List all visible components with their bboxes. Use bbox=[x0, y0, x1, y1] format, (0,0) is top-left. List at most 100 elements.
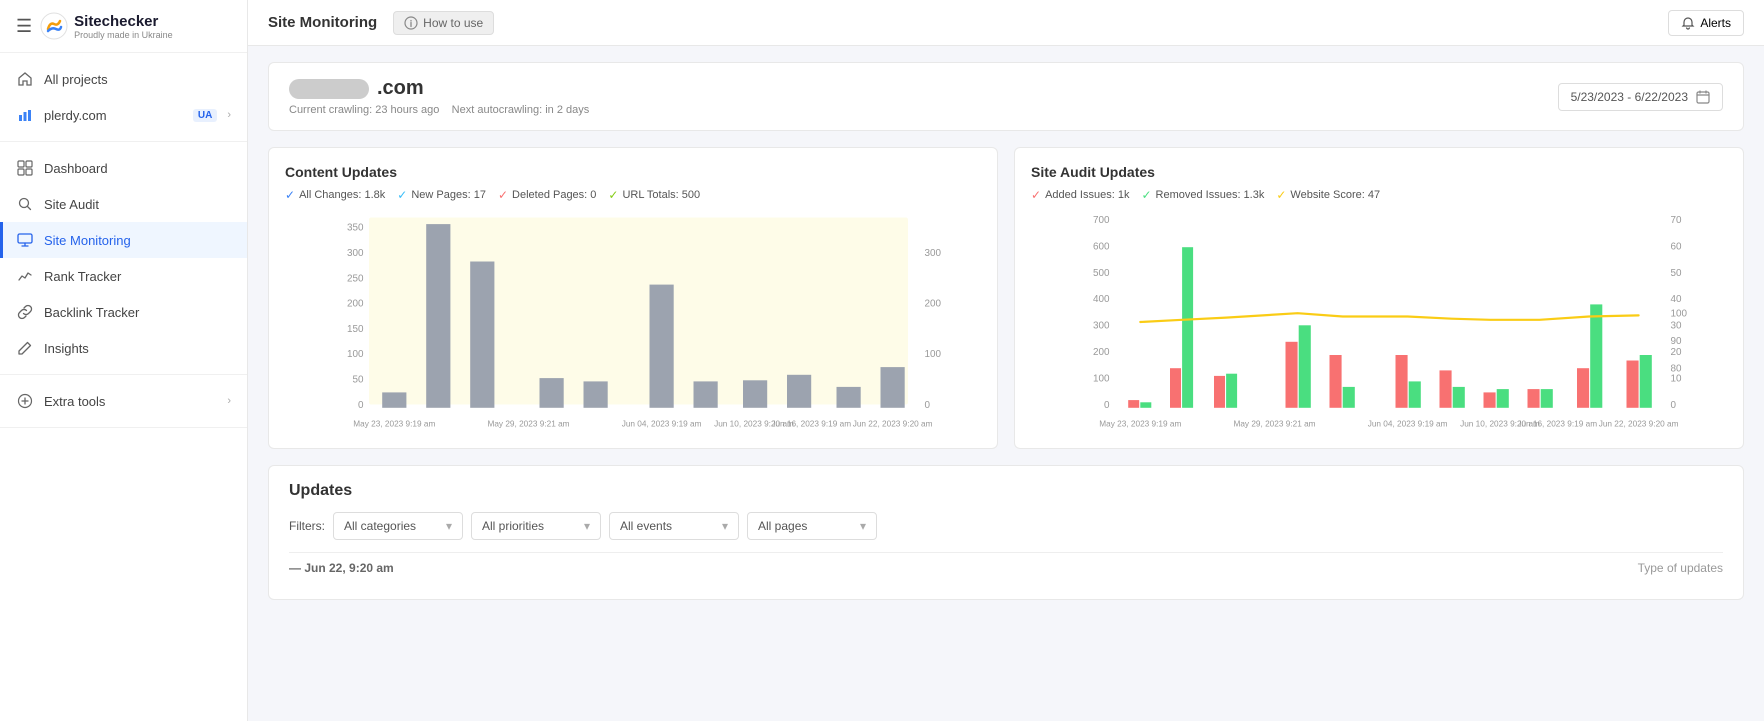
bar bbox=[650, 285, 674, 408]
pages-value: All pages bbox=[758, 519, 807, 533]
sidebar-item-label: Backlink Tracker bbox=[44, 305, 231, 320]
grid-icon bbox=[16, 159, 34, 177]
priorities-value: All priorities bbox=[482, 519, 544, 533]
events-filter[interactable]: All events ▾ bbox=[609, 512, 739, 540]
chevron-right-icon: › bbox=[227, 395, 231, 407]
sidebar-item-extra-tools[interactable]: Extra tools › bbox=[0, 383, 247, 419]
svg-text:300: 300 bbox=[925, 248, 942, 259]
bar bbox=[787, 375, 811, 408]
sidebar-item-all-projects[interactable]: All projects bbox=[0, 61, 247, 97]
svg-text:May 29, 2023 9:21 am: May 29, 2023 9:21 am bbox=[487, 420, 569, 429]
crawl-info: Current crawling: 23 hours ago Next auto… bbox=[289, 104, 589, 116]
page-title: Site Monitoring bbox=[268, 14, 377, 31]
svg-text:200: 200 bbox=[1093, 347, 1110, 358]
legend-label: Added Issues: 1k bbox=[1045, 189, 1129, 201]
sidebar-item-label: Dashboard bbox=[44, 161, 231, 176]
site-audit-chart-area: 0 100 200 300 400 500 600 700 0 10 20 30… bbox=[1031, 212, 1727, 432]
svg-text:200: 200 bbox=[925, 299, 942, 310]
svg-text:10: 10 bbox=[1671, 373, 1683, 384]
svg-text:Jun 22, 2023 9:20 am: Jun 22, 2023 9:20 am bbox=[1599, 420, 1679, 429]
info-icon bbox=[404, 16, 418, 30]
domain-info: .com Current crawling: 23 hours ago Next… bbox=[289, 77, 589, 116]
home-icon bbox=[16, 70, 34, 88]
pages-filter[interactable]: All pages ▾ bbox=[747, 512, 877, 540]
main-area: Site Monitoring How to use Alerts .com C… bbox=[248, 0, 1764, 721]
sidebar-item-label: Site Audit bbox=[44, 197, 231, 212]
bar bbox=[694, 381, 718, 407]
content-updates-title: Content Updates bbox=[285, 164, 981, 180]
content-area: .com Current crawling: 23 hours ago Next… bbox=[248, 46, 1764, 721]
svg-text:80: 80 bbox=[1671, 364, 1683, 375]
categories-filter[interactable]: All categories ▾ bbox=[333, 512, 463, 540]
sidebar-header: ☰ Sitechecker Proudly made in Ukraine bbox=[0, 0, 247, 53]
alerts-button[interactable]: Alerts bbox=[1668, 10, 1744, 36]
alerts-label: Alerts bbox=[1700, 16, 1731, 30]
svg-text:500: 500 bbox=[1093, 268, 1110, 279]
content-chart-svg: 0 50 100 150 200 250 300 350 0 100 200 3… bbox=[285, 212, 981, 432]
chevron-down-icon: ▾ bbox=[584, 519, 590, 533]
date-range-text: 5/23/2023 - 6/22/2023 bbox=[1571, 90, 1688, 104]
filters-row: Filters: All categories ▾ All priorities… bbox=[289, 512, 1723, 540]
sidebar: ☰ Sitechecker Proudly made in Ukraine Al… bbox=[0, 0, 248, 721]
bar bbox=[584, 381, 608, 407]
bar bbox=[382, 392, 406, 407]
bar bbox=[470, 262, 494, 408]
domain-tld: .com bbox=[377, 77, 424, 100]
svg-text:250: 250 bbox=[347, 273, 364, 284]
plus-circle-icon bbox=[16, 392, 34, 410]
legend-removed-issues: ✓ Removed Issues: 1.3k bbox=[1141, 188, 1264, 202]
svg-text:Jun 04, 2023 9:19 am: Jun 04, 2023 9:19 am bbox=[1368, 420, 1448, 429]
sidebar-item-site-audit[interactable]: Site Audit bbox=[0, 186, 247, 222]
sidebar-item-label: Insights bbox=[44, 341, 231, 356]
sidebar-item-insights[interactable]: Insights bbox=[0, 330, 247, 366]
events-value: All events bbox=[620, 519, 672, 533]
svg-text:60: 60 bbox=[1671, 241, 1683, 252]
logo-area: Sitechecker Proudly made in Ukraine bbox=[40, 12, 173, 40]
domain-header: .com Current crawling: 23 hours ago Next… bbox=[268, 62, 1744, 131]
how-to-use-label: How to use bbox=[423, 16, 483, 30]
link-icon bbox=[16, 303, 34, 321]
hamburger-icon[interactable]: ☰ bbox=[16, 16, 32, 37]
svg-text:May 23, 2023 9:19 am: May 23, 2023 9:19 am bbox=[353, 420, 435, 429]
legend-deleted-pages: ✓ Deleted Pages: 0 bbox=[498, 188, 596, 202]
legend-all-changes: ✓ All Changes: 1.8k bbox=[285, 188, 385, 202]
date-range-picker[interactable]: 5/23/2023 - 6/22/2023 bbox=[1558, 83, 1723, 111]
svg-text:600: 600 bbox=[1093, 241, 1110, 252]
sidebar-item-rank-tracker[interactable]: Rank Tracker bbox=[0, 258, 247, 294]
filter-label: Filters: bbox=[289, 519, 325, 533]
svg-text:350: 350 bbox=[347, 223, 364, 234]
search-icon bbox=[16, 195, 34, 213]
svg-text:100: 100 bbox=[1671, 309, 1688, 320]
priorities-filter[interactable]: All priorities ▾ bbox=[471, 512, 601, 540]
sidebar-item-label: plerdy.com bbox=[44, 108, 183, 123]
svg-text:200: 200 bbox=[347, 299, 364, 310]
sidebar-item-site-monitoring[interactable]: Site Monitoring bbox=[0, 222, 247, 258]
site-audit-title: Site Audit Updates bbox=[1031, 164, 1727, 180]
svg-text:400: 400 bbox=[1093, 294, 1110, 305]
legend-url-totals: ✓ URL Totals: 500 bbox=[608, 188, 700, 202]
updates-section: Updates Filters: All categories ▾ All pr… bbox=[268, 465, 1744, 600]
svg-text:300: 300 bbox=[1093, 321, 1110, 332]
how-to-use-button[interactable]: How to use bbox=[393, 11, 494, 35]
sidebar-item-plerdy[interactable]: plerdy.com UA › bbox=[0, 97, 247, 133]
updates-date: — Jun 22, 9:20 am bbox=[289, 561, 394, 575]
sidebar-item-backlink-tracker[interactable]: Backlink Tracker bbox=[0, 294, 247, 330]
svg-text:150: 150 bbox=[347, 324, 364, 335]
svg-text:May 23, 2023 9:19 am: May 23, 2023 9:19 am bbox=[1099, 420, 1181, 429]
legend-new-pages: ✓ New Pages: 17 bbox=[397, 188, 486, 202]
score-line bbox=[1140, 313, 1638, 322]
current-crawl: Current crawling: 23 hours ago bbox=[289, 104, 439, 116]
svg-text:50: 50 bbox=[352, 375, 364, 386]
site-audit-legend: ✓ Added Issues: 1k ✓ Removed Issues: 1.3… bbox=[1031, 188, 1727, 202]
svg-text:Jun 22, 2023 9:20 am: Jun 22, 2023 9:20 am bbox=[853, 420, 933, 429]
legend-website-score: ✓ Website Score: 47 bbox=[1276, 188, 1380, 202]
sidebar-item-dashboard[interactable]: Dashboard bbox=[0, 150, 247, 186]
svg-text:30: 30 bbox=[1671, 321, 1683, 332]
svg-text:0: 0 bbox=[925, 400, 931, 411]
svg-text:90: 90 bbox=[1671, 336, 1683, 347]
content-updates-chart-area: 0 50 100 150 200 250 300 350 0 100 200 3… bbox=[285, 212, 981, 432]
logo-name: Sitechecker bbox=[74, 13, 173, 30]
monitor-icon bbox=[16, 231, 34, 249]
svg-text:50: 50 bbox=[1671, 268, 1683, 279]
svg-text:300: 300 bbox=[347, 248, 364, 259]
